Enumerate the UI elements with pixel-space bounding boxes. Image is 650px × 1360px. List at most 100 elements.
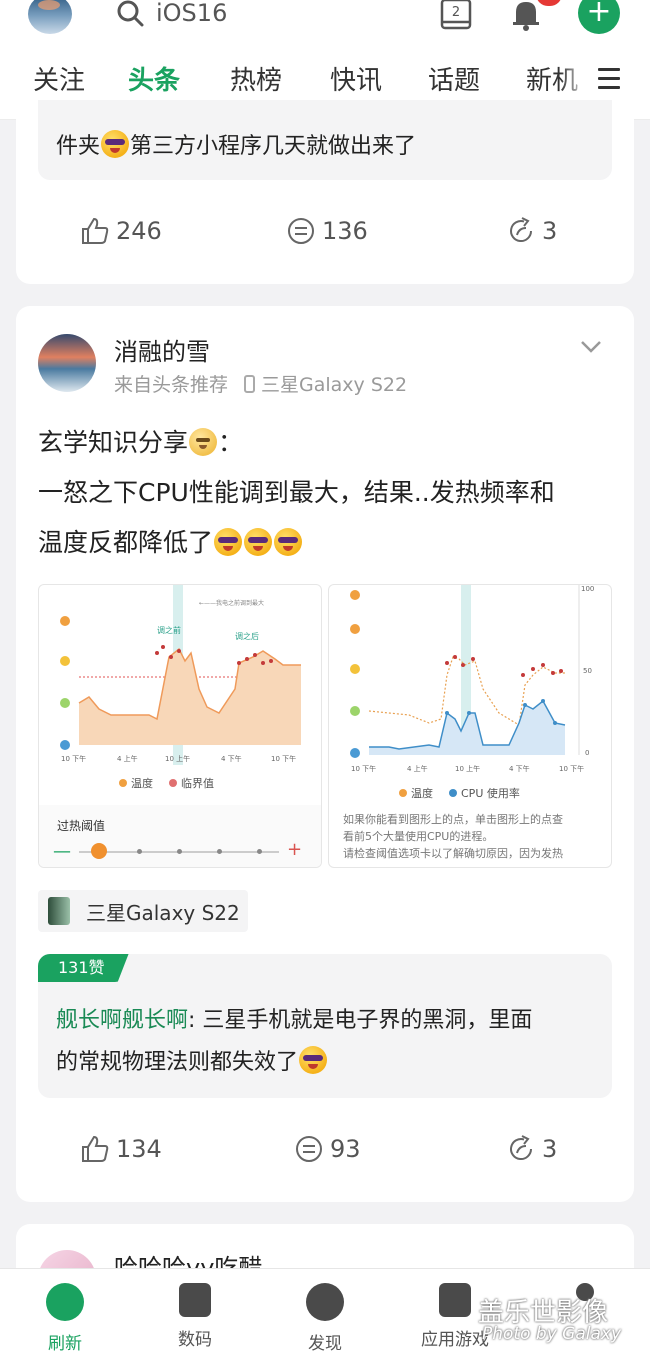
y-tick-label: 0 <box>585 749 589 757</box>
x-tick-label: 4 上午 <box>407 764 428 773</box>
hot-comment[interactable]: 131赞 舰长啊舰长啊: 三星手机就是电子界的黑洞，里面 的常规物理法则都失效了 <box>38 954 612 1098</box>
legend-temp-icon <box>399 789 407 797</box>
threshold-label: 过热阈值 <box>57 819 106 833</box>
emoji-icon <box>274 528 303 556</box>
x-tick-label: 4 下午 <box>221 754 242 763</box>
tab-headlines[interactable]: 头条 <box>128 60 180 97</box>
tab-bar: 关注 头条 热榜 快讯 话题 新机 <box>0 60 650 104</box>
x-tick-label: 10 下午 <box>351 764 376 773</box>
post-image-cpu[interactable]: 100 50 0 10 下午 4 上午 10 上午 4 下午 10 下午 温度 … <box>328 584 612 868</box>
nav-label: 刷新 <box>48 1334 82 1354</box>
share-button[interactable]: 3 <box>506 1134 557 1164</box>
hot-comment-likes: 131赞 <box>38 954 129 982</box>
legend-limit-icon <box>169 779 177 787</box>
desc-line: 看前5个大量使用CPU的进程。 <box>343 830 494 843</box>
clipboard-icon[interactable]: 2 <box>438 0 474 32</box>
x-tick-label: 10 上午 <box>165 754 190 763</box>
x-tick-label: 10 上午 <box>455 764 480 773</box>
hot-comment-author[interactable]: 舰长啊舰长啊 <box>56 1008 188 1033</box>
share-icon <box>510 217 533 243</box>
author-avatar[interactable] <box>38 334 96 392</box>
feed-card-post: 消融的雪 来自头条推荐 三星Galaxy S22 玄学知识分享 ： 一怒之下CPU… <box>16 306 634 1202</box>
threshold-knob <box>91 843 107 859</box>
share-icon <box>510 1135 533 1161</box>
hot-comment-line-1: : 三星手机就是电子界的黑洞，里面 <box>188 1008 533 1033</box>
chevron-down-icon[interactable] <box>580 340 602 354</box>
share-count: 3 <box>542 217 558 245</box>
image-description: 如果你能看到图形上的点，单击图形上的点查 看前5个大量使用CPU的进程。 请检查… <box>343 811 599 862</box>
label-after: 调之后 <box>235 631 259 641</box>
compass-icon <box>306 1283 344 1321</box>
emoji-icon <box>214 528 243 556</box>
threshold-minus: — <box>53 841 71 862</box>
x-tick-label: 4 上午 <box>117 754 138 763</box>
legend-limit: 临界值 <box>181 777 214 790</box>
comment-count: 136 <box>322 217 368 245</box>
face-cool-icon <box>350 748 360 758</box>
menu-icon[interactable] <box>598 68 620 90</box>
legend: 温度 CPU 使用率 <box>399 785 520 801</box>
face-warm-icon <box>60 656 70 666</box>
x-tick-label: 4 下午 <box>509 764 530 773</box>
clipboard-badge-count: 2 <box>452 5 460 20</box>
phone-icon <box>244 374 256 393</box>
feed-card-previous: 件夹 第三方小程序几天就做出来了 246 136 3 <box>16 100 634 284</box>
comment-button[interactable]: 93 <box>294 1134 361 1164</box>
post-line-3: 温度反都降低了 <box>38 528 214 557</box>
face-warm-icon <box>350 624 360 634</box>
thumbs-up-icon <box>82 1135 109 1162</box>
watermark-line-2: Photo by Galaxy <box>482 1324 622 1344</box>
threshold-plus: + <box>287 839 303 860</box>
tab-fade <box>560 56 590 106</box>
threshold-panel: 过热阈值 — + <box>39 805 321 867</box>
author-name[interactable]: 消融的雪 <box>114 332 210 367</box>
share-count: 3 <box>542 1135 558 1163</box>
y-tick-label: 50 <box>583 667 592 675</box>
desc-line: 如果你能看到图形上的点，单击图形上的点查 <box>343 813 563 826</box>
post-images: ←——我电之前调到最大 调之前 调之后 10 下午 4 上午 10 上午 4 下… <box>38 584 612 868</box>
bell-icon[interactable] <box>508 0 544 32</box>
share-button[interactable]: 3 <box>506 216 557 246</box>
post-body[interactable]: 玄学知识分享 ： 一怒之下CPU性能调到最大，结果..发热频率和 温度反都降低了 <box>38 418 618 568</box>
threshold-tick <box>217 849 222 854</box>
device-thumbnail <box>48 897 70 925</box>
tab-topics[interactable]: 话题 <box>428 60 480 97</box>
nav-refresh[interactable]: 刷新 <box>10 1283 120 1354</box>
refresh-icon <box>46 1283 84 1321</box>
post-image-temperature[interactable]: ←——我电之前调到最大 调之前 调之后 10 下午 4 上午 10 上午 4 下… <box>38 584 322 868</box>
tab-flash[interactable]: 快讯 <box>330 60 382 97</box>
emoji-icon <box>299 1046 328 1074</box>
emoji-icon <box>244 528 273 556</box>
annotation-top: ←——我电之前调到最大 <box>199 599 264 607</box>
nav-discover[interactable]: 发现 <box>270 1283 380 1354</box>
device-tag[interactable]: 三星Galaxy S22 <box>38 890 248 932</box>
quoted-content[interactable]: 件夹 第三方小程序几天就做出来了 <box>38 100 612 180</box>
phone-icon <box>179 1283 211 1317</box>
thumbs-up-icon <box>82 217 109 244</box>
hot-comment-text: 舰长啊舰长啊: 三星手机就是电子界的黑洞，里面 的常规物理法则都失效了 <box>56 1000 602 1084</box>
comment-button[interactable]: 136 <box>286 216 368 246</box>
search-box[interactable]: iOS16 <box>116 0 227 30</box>
threshold-tick <box>137 849 142 854</box>
like-button[interactable]: 134 <box>80 1134 162 1164</box>
user-avatar[interactable] <box>28 0 72 34</box>
like-button[interactable]: 246 <box>80 216 162 246</box>
tab-following[interactable]: 关注 <box>33 60 85 97</box>
search-text: iOS16 <box>156 0 228 27</box>
desc-line: 请检查阈值选项卡以了解确切原因，因为发热 <box>343 847 563 860</box>
face-normal-icon <box>350 706 360 716</box>
face-mild-icon <box>350 664 360 674</box>
action-bar: 246 136 3 <box>16 216 634 256</box>
compose-button[interactable]: + <box>578 0 620 34</box>
post-source: 来自头条推荐 <box>114 374 229 396</box>
nav-digital[interactable]: 数码 <box>140 1283 250 1350</box>
tab-hot[interactable]: 热榜 <box>230 60 282 97</box>
nav-label: 数码 <box>178 1330 212 1350</box>
quoted-text: 件夹 <box>56 134 101 159</box>
threshold-tick <box>257 849 262 854</box>
device-tag-label: 三星Galaxy S22 <box>86 900 240 925</box>
x-tick-label: 10 下午 <box>271 754 296 763</box>
hot-comment-line-2: 的常规物理法则都失效了 <box>56 1050 299 1075</box>
search-icon <box>117 0 144 27</box>
comment-count: 93 <box>330 1135 361 1163</box>
